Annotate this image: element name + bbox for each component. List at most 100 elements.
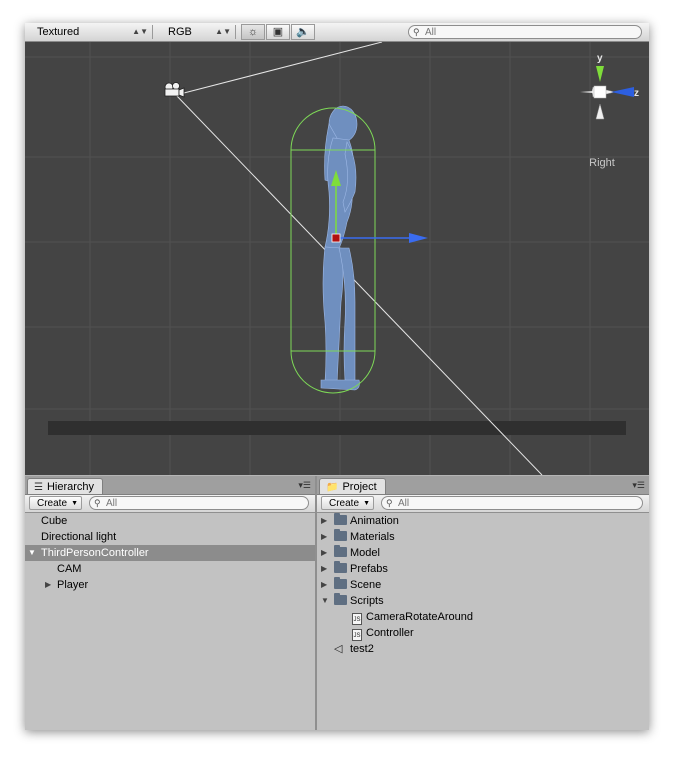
create-label: Create: [37, 498, 68, 509]
list-item-label: Scripts: [350, 595, 384, 607]
cube-object[interactable]: [48, 421, 626, 435]
triangle-right-icon[interactable]: ▶: [321, 561, 327, 577]
camera-frustum-line: [179, 42, 383, 95]
project-item-scene[interactable]: ▶ Scene: [317, 577, 649, 593]
camera-frustum-line: [174, 93, 543, 475]
chevron-down-icon: ▼: [363, 500, 371, 507]
hierarchy-toolbar: Create ▼ ⚲: [25, 495, 315, 513]
list-item-label: test2: [350, 643, 374, 655]
project-search-input[interactable]: [398, 497, 580, 509]
orientation-gizmo[interactable]: [580, 66, 634, 120]
project-tabbar: 📁 Project ▾☰: [317, 476, 649, 495]
pivot-handle[interactable]: [331, 233, 341, 243]
camera-gizmo-icon[interactable]: [164, 82, 185, 98]
folder-icon: 📁: [326, 482, 339, 493]
folder-icon: [334, 513, 347, 525]
project-item-controller[interactable]: JS Controller: [317, 625, 649, 641]
triangle-down-icon[interactable]: ▼: [321, 593, 329, 609]
triangle-down-icon[interactable]: ▼: [28, 545, 36, 561]
updown-arrow-icon: ▲▼: [215, 27, 231, 36]
list-item-label: Cube: [41, 515, 68, 527]
scene-view[interactable]: y z Right: [25, 42, 649, 475]
search-icon: ⚲: [386, 498, 393, 508]
folder-icon: [334, 593, 347, 605]
color-mode-value: RGB: [168, 26, 192, 38]
list-item-label: Player: [57, 579, 89, 591]
list-item-label: Controller: [366, 627, 414, 639]
unity-editor-window: Textured ▲▼ RGB ▲▼ ☼ ▣ 🔈 ⚲ All y z Right…: [25, 23, 649, 730]
render-mode-dropdown[interactable]: Textured ▲▼: [29, 25, 153, 39]
triangle-right-icon[interactable]: ▶: [321, 577, 327, 593]
list-item-label: CameraRotateAround: [366, 611, 474, 623]
project-item-animation[interactable]: ▶ Animation: [317, 513, 649, 529]
project-item-test2[interactable]: ◁ test2: [317, 641, 649, 657]
folder-icon: [334, 561, 347, 573]
hierarchy-item-directional-light[interactable]: Directional light: [25, 529, 315, 545]
javascript-file-icon: JS: [352, 629, 362, 641]
project-create-button[interactable]: Create ▼: [321, 496, 375, 510]
lighting-toggle-button[interactable]: ☼: [241, 24, 265, 40]
updown-arrow-icon: ▲▼: [132, 27, 148, 36]
hierarchy-create-button[interactable]: Create ▼: [29, 496, 83, 510]
list-item-label: Animation: [350, 515, 399, 527]
tab-project-label: Project: [342, 481, 377, 493]
hierarchy-list: Cube Directional light ▼ ThirdPersonCont…: [25, 513, 315, 593]
list-item-label: ThirdPersonController: [41, 547, 149, 559]
project-item-scripts[interactable]: ▼ Scripts: [317, 593, 649, 609]
panel-menu-icon[interactable]: ▾☰: [632, 480, 645, 491]
tab-hierarchy-label: Hierarchy: [46, 481, 95, 493]
hierarchy-panel: ☰Hierarchy ▾☰ Create ▼ ⚲ Cube Directiona…: [25, 476, 315, 730]
list-item-label: Directional light: [41, 531, 117, 543]
tab-project[interactable]: 📁 Project: [319, 478, 386, 494]
folder-icon: [334, 529, 347, 541]
project-item-materials[interactable]: ▶ Materials: [317, 529, 649, 545]
list-item-label: Model: [350, 547, 380, 559]
hierarchy-item-player[interactable]: ▶ Player: [25, 577, 315, 593]
project-item-camera-rotate-around[interactable]: JS CameraRotateAround: [317, 609, 649, 625]
folder-icon: [334, 545, 347, 557]
image-icon: ▣: [272, 26, 284, 38]
tab-hierarchy[interactable]: ☰ Hierarchy: [27, 478, 104, 494]
search-icon: ⚲: [413, 27, 420, 37]
project-panel: 📁Project ▾☰ Create ▼ ⚲ ▶ Animation ▶ Mat…: [317, 476, 649, 730]
list-item-label: Scene: [350, 579, 382, 591]
hierarchy-search-input[interactable]: [106, 497, 259, 509]
hierarchy-tabbar: ☰ Hierarchy ▾☰: [25, 476, 315, 495]
triangle-right-icon[interactable]: ▶: [321, 529, 327, 545]
gizmo-y-label: y: [597, 53, 603, 64]
list-item-label: Materials: [350, 531, 395, 543]
hierarchy-item-cam[interactable]: CAM: [25, 561, 315, 577]
project-item-prefabs[interactable]: ▶ Prefabs: [317, 561, 649, 577]
list-item-label: Prefabs: [350, 563, 388, 575]
render-mode-value: Textured: [37, 26, 80, 38]
view-orientation-label: Right: [589, 157, 615, 169]
triangle-right-icon[interactable]: ▶: [45, 577, 51, 593]
scene-toolbar: Textured ▲▼ RGB ▲▼ ☼ ▣ 🔈 ⚲: [25, 23, 649, 42]
scene-search-input[interactable]: [425, 26, 588, 38]
project-item-model[interactable]: ▶ Model: [317, 545, 649, 561]
color-mode-dropdown[interactable]: RGB ▲▼: [160, 25, 236, 39]
unity-scene-icon: ◁: [334, 643, 343, 655]
game-overlay-toggle-button[interactable]: ▣: [266, 24, 290, 40]
list-item-label: CAM: [57, 563, 82, 575]
javascript-file-icon: JS: [352, 613, 362, 625]
hierarchy-item-third-person-controller[interactable]: ▼ ThirdPersonController: [25, 545, 315, 561]
project-list: ▶ Animation ▶ Materials ▶ Model ▶ Prefab…: [317, 513, 649, 657]
project-toolbar: Create ▼ ⚲: [317, 495, 649, 513]
gizmo-z-label: z: [634, 88, 639, 99]
chevron-down-icon: ▼: [71, 500, 79, 507]
triangle-right-icon[interactable]: ▶: [321, 513, 327, 529]
scene-search-field[interactable]: ⚲: [408, 25, 642, 39]
panel-menu-icon[interactable]: ▾☰: [298, 480, 311, 491]
create-label: Create: [329, 498, 360, 509]
hierarchy-search-field[interactable]: ⚲: [89, 496, 309, 510]
search-icon: ⚲: [94, 498, 101, 508]
scene-viewport-graphics: y z: [25, 42, 649, 475]
audio-toggle-button[interactable]: 🔈: [291, 24, 315, 40]
project-search-field[interactable]: ⚲: [381, 496, 643, 510]
folder-icon: [334, 577, 347, 589]
hierarchy-item-cube[interactable]: Cube: [25, 513, 315, 529]
sun-icon: ☼: [247, 26, 259, 38]
speaker-icon: 🔈: [296, 26, 310, 38]
triangle-right-icon[interactable]: ▶: [321, 545, 327, 561]
